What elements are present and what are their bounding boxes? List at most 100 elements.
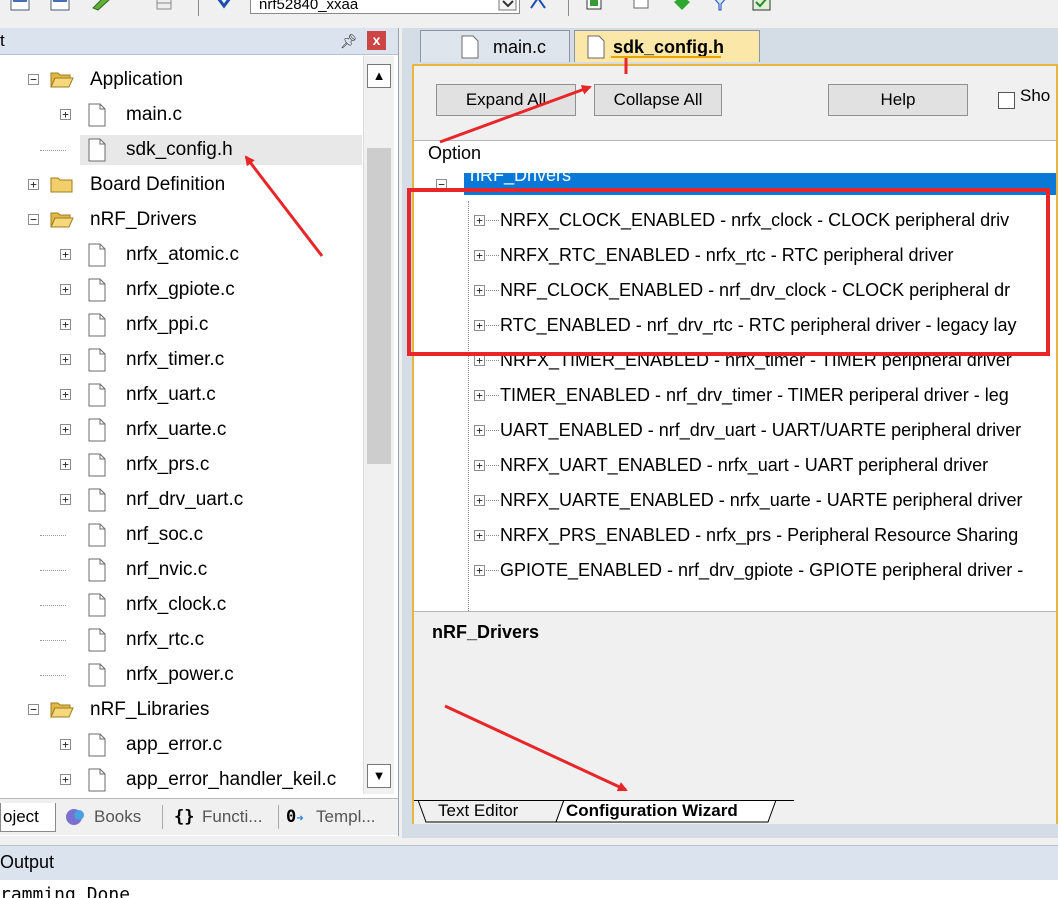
expand-icon[interactable]: +: [28, 179, 39, 190]
tree-item-label: nrfx_prs.c: [126, 454, 210, 475]
tab-templates[interactable]: 0➜ Templ...: [284, 803, 390, 831]
tree-file[interactable]: + nrfx_uarte.c: [0, 415, 362, 445]
tree-folder[interactable]: − nRF_Libraries: [0, 695, 362, 725]
check-icon[interactable]: [752, 0, 772, 12]
expand-icon[interactable]: +: [474, 425, 485, 436]
collapse-icon[interactable]: −: [28, 74, 39, 85]
file-icon: [88, 348, 106, 372]
pin-icon[interactable]: 📌︎: [340, 33, 358, 50]
tree-file[interactable]: + nrfx_ppi.c: [0, 310, 362, 340]
tree-item-label: nrf_nvic.c: [126, 559, 208, 580]
tab-books-label: Books: [94, 807, 142, 826]
expand-icon[interactable]: +: [474, 460, 485, 471]
expand-icon[interactable]: +: [60, 424, 71, 435]
tree-file[interactable]: + nrfx_uart.c: [0, 380, 362, 410]
tab-functions[interactable]: {} Functi...: [172, 803, 276, 831]
show-checkbox[interactable]: [998, 92, 1015, 109]
tree-file[interactable]: + app_error.c: [0, 730, 362, 760]
tree-file[interactable]: nrf_soc.c: [0, 520, 362, 550]
collapse-icon[interactable]: −: [28, 704, 39, 715]
tree-item-label: Board Definition: [90, 174, 226, 195]
tab-books[interactable]: Books: [62, 803, 162, 831]
diamond-icon[interactable]: [672, 0, 692, 12]
scroll-up-button[interactable]: ▲: [367, 64, 391, 88]
expand-icon[interactable]: +: [474, 565, 485, 576]
expand-icon[interactable]: +: [474, 495, 485, 506]
tab-configuration-wizard[interactable]: Configuration Wizard: [566, 800, 738, 824]
help-button[interactable]: Help: [828, 84, 968, 116]
tree-folder[interactable]: − nRF_Drivers: [0, 205, 362, 235]
tree-scrollbar[interactable]: ▲ ▼: [363, 56, 394, 794]
expand-icon[interactable]: +: [474, 390, 485, 401]
target-select[interactable]: nrf52840_xxaa: [250, 0, 520, 14]
expand-icon[interactable]: +: [60, 249, 71, 260]
tree-file[interactable]: sdk_config.h: [40, 135, 362, 165]
file-icon: [88, 453, 106, 477]
output-text: ramming Done: [0, 884, 131, 898]
scroll-thumb[interactable]: [367, 148, 391, 464]
tree-file[interactable]: + main.c: [0, 100, 362, 130]
expand-icon[interactable]: +: [60, 319, 71, 330]
save-icon[interactable]: [50, 0, 70, 12]
download-icon[interactable]: [214, 0, 234, 12]
description-title: nRF_Drivers: [432, 622, 540, 642]
tree-file[interactable]: + app_error_handler_keil.c: [0, 765, 362, 794]
pencil-icon[interactable]: [92, 0, 112, 12]
chevron-down-icon[interactable]: [498, 0, 518, 12]
option-item-label: UART_ENABLED - nrf_drv_uart - UART/UARTE…: [500, 420, 1022, 440]
tab-project[interactable]: oject: [0, 803, 56, 832]
expand-icon[interactable]: +: [60, 284, 71, 295]
expand-icon[interactable]: +: [60, 494, 71, 505]
filter-icon[interactable]: [710, 0, 730, 12]
tab-sdk-config[interactable]: sdk_config.h: [574, 30, 760, 62]
expand-icon[interactable]: +: [60, 389, 71, 400]
expand-icon[interactable]: +: [474, 530, 485, 541]
tree-file[interactable]: nrfx_power.c: [0, 660, 362, 690]
tree-file[interactable]: + nrfx_timer.c: [0, 345, 362, 375]
collapse-all-button[interactable]: Collapse All: [594, 84, 722, 116]
active-tab-underline: [611, 56, 721, 58]
tree-file[interactable]: nrfx_rtc.c: [0, 625, 362, 655]
file-icon: [88, 733, 106, 757]
tree-item-label: nrfx_atomic.c: [126, 244, 239, 265]
file-icon: [88, 768, 106, 792]
tree-item-label: nrf_soc.c: [126, 524, 204, 545]
tree-file[interactable]: nrf_nvic.c: [0, 555, 362, 585]
expand-all-button[interactable]: Expand All: [436, 84, 576, 116]
tree-file[interactable]: + nrfx_gpiote.c: [0, 275, 362, 305]
tree-item-label: nrfx_uarte.c: [126, 419, 227, 440]
file-icon: [88, 243, 106, 267]
expand-icon[interactable]: +: [60, 109, 71, 120]
tab-text-editor[interactable]: Text Editor: [438, 800, 518, 824]
grid-icon[interactable]: [155, 0, 175, 12]
tree-item-label: nrfx_timer.c: [126, 349, 225, 370]
load-icon[interactable]: [10, 0, 30, 12]
file-icon: [587, 35, 605, 59]
collapse-icon[interactable]: −: [28, 214, 39, 225]
tree-folder[interactable]: + Board Definition: [0, 170, 362, 200]
tree-connector: [486, 430, 499, 431]
expand-icon[interactable]: +: [474, 355, 485, 366]
close-icon[interactable]: x: [367, 31, 386, 50]
file-icon: [88, 103, 106, 127]
toolbar-separator: [198, 0, 199, 16]
expand-icon[interactable]: +: [60, 459, 71, 470]
tree-file[interactable]: + nrfx_atomic.c: [0, 240, 362, 270]
file-icon: [88, 418, 106, 442]
settings-icon[interactable]: [528, 0, 548, 12]
expand-icon[interactable]: +: [60, 354, 71, 365]
open-icon[interactable]: [585, 0, 605, 12]
expand-icon[interactable]: +: [60, 774, 71, 785]
tree-file[interactable]: + nrfx_prs.c: [0, 450, 362, 480]
tab-main-c[interactable]: main.c: [420, 30, 570, 62]
folder-icon: [50, 72, 74, 88]
file-icon: [88, 313, 106, 337]
tree-file[interactable]: nrfx_clock.c: [0, 590, 362, 620]
file-icon: [88, 488, 106, 512]
expand-icon[interactable]: +: [60, 739, 71, 750]
tree-folder[interactable]: − Application: [0, 65, 362, 95]
flash-icon[interactable]: [632, 0, 652, 12]
tree-file[interactable]: + nrf_drv_uart.c: [0, 485, 362, 515]
scroll-down-button[interactable]: ▼: [367, 764, 391, 788]
tree-item-label: nRF_Drivers: [90, 209, 197, 230]
